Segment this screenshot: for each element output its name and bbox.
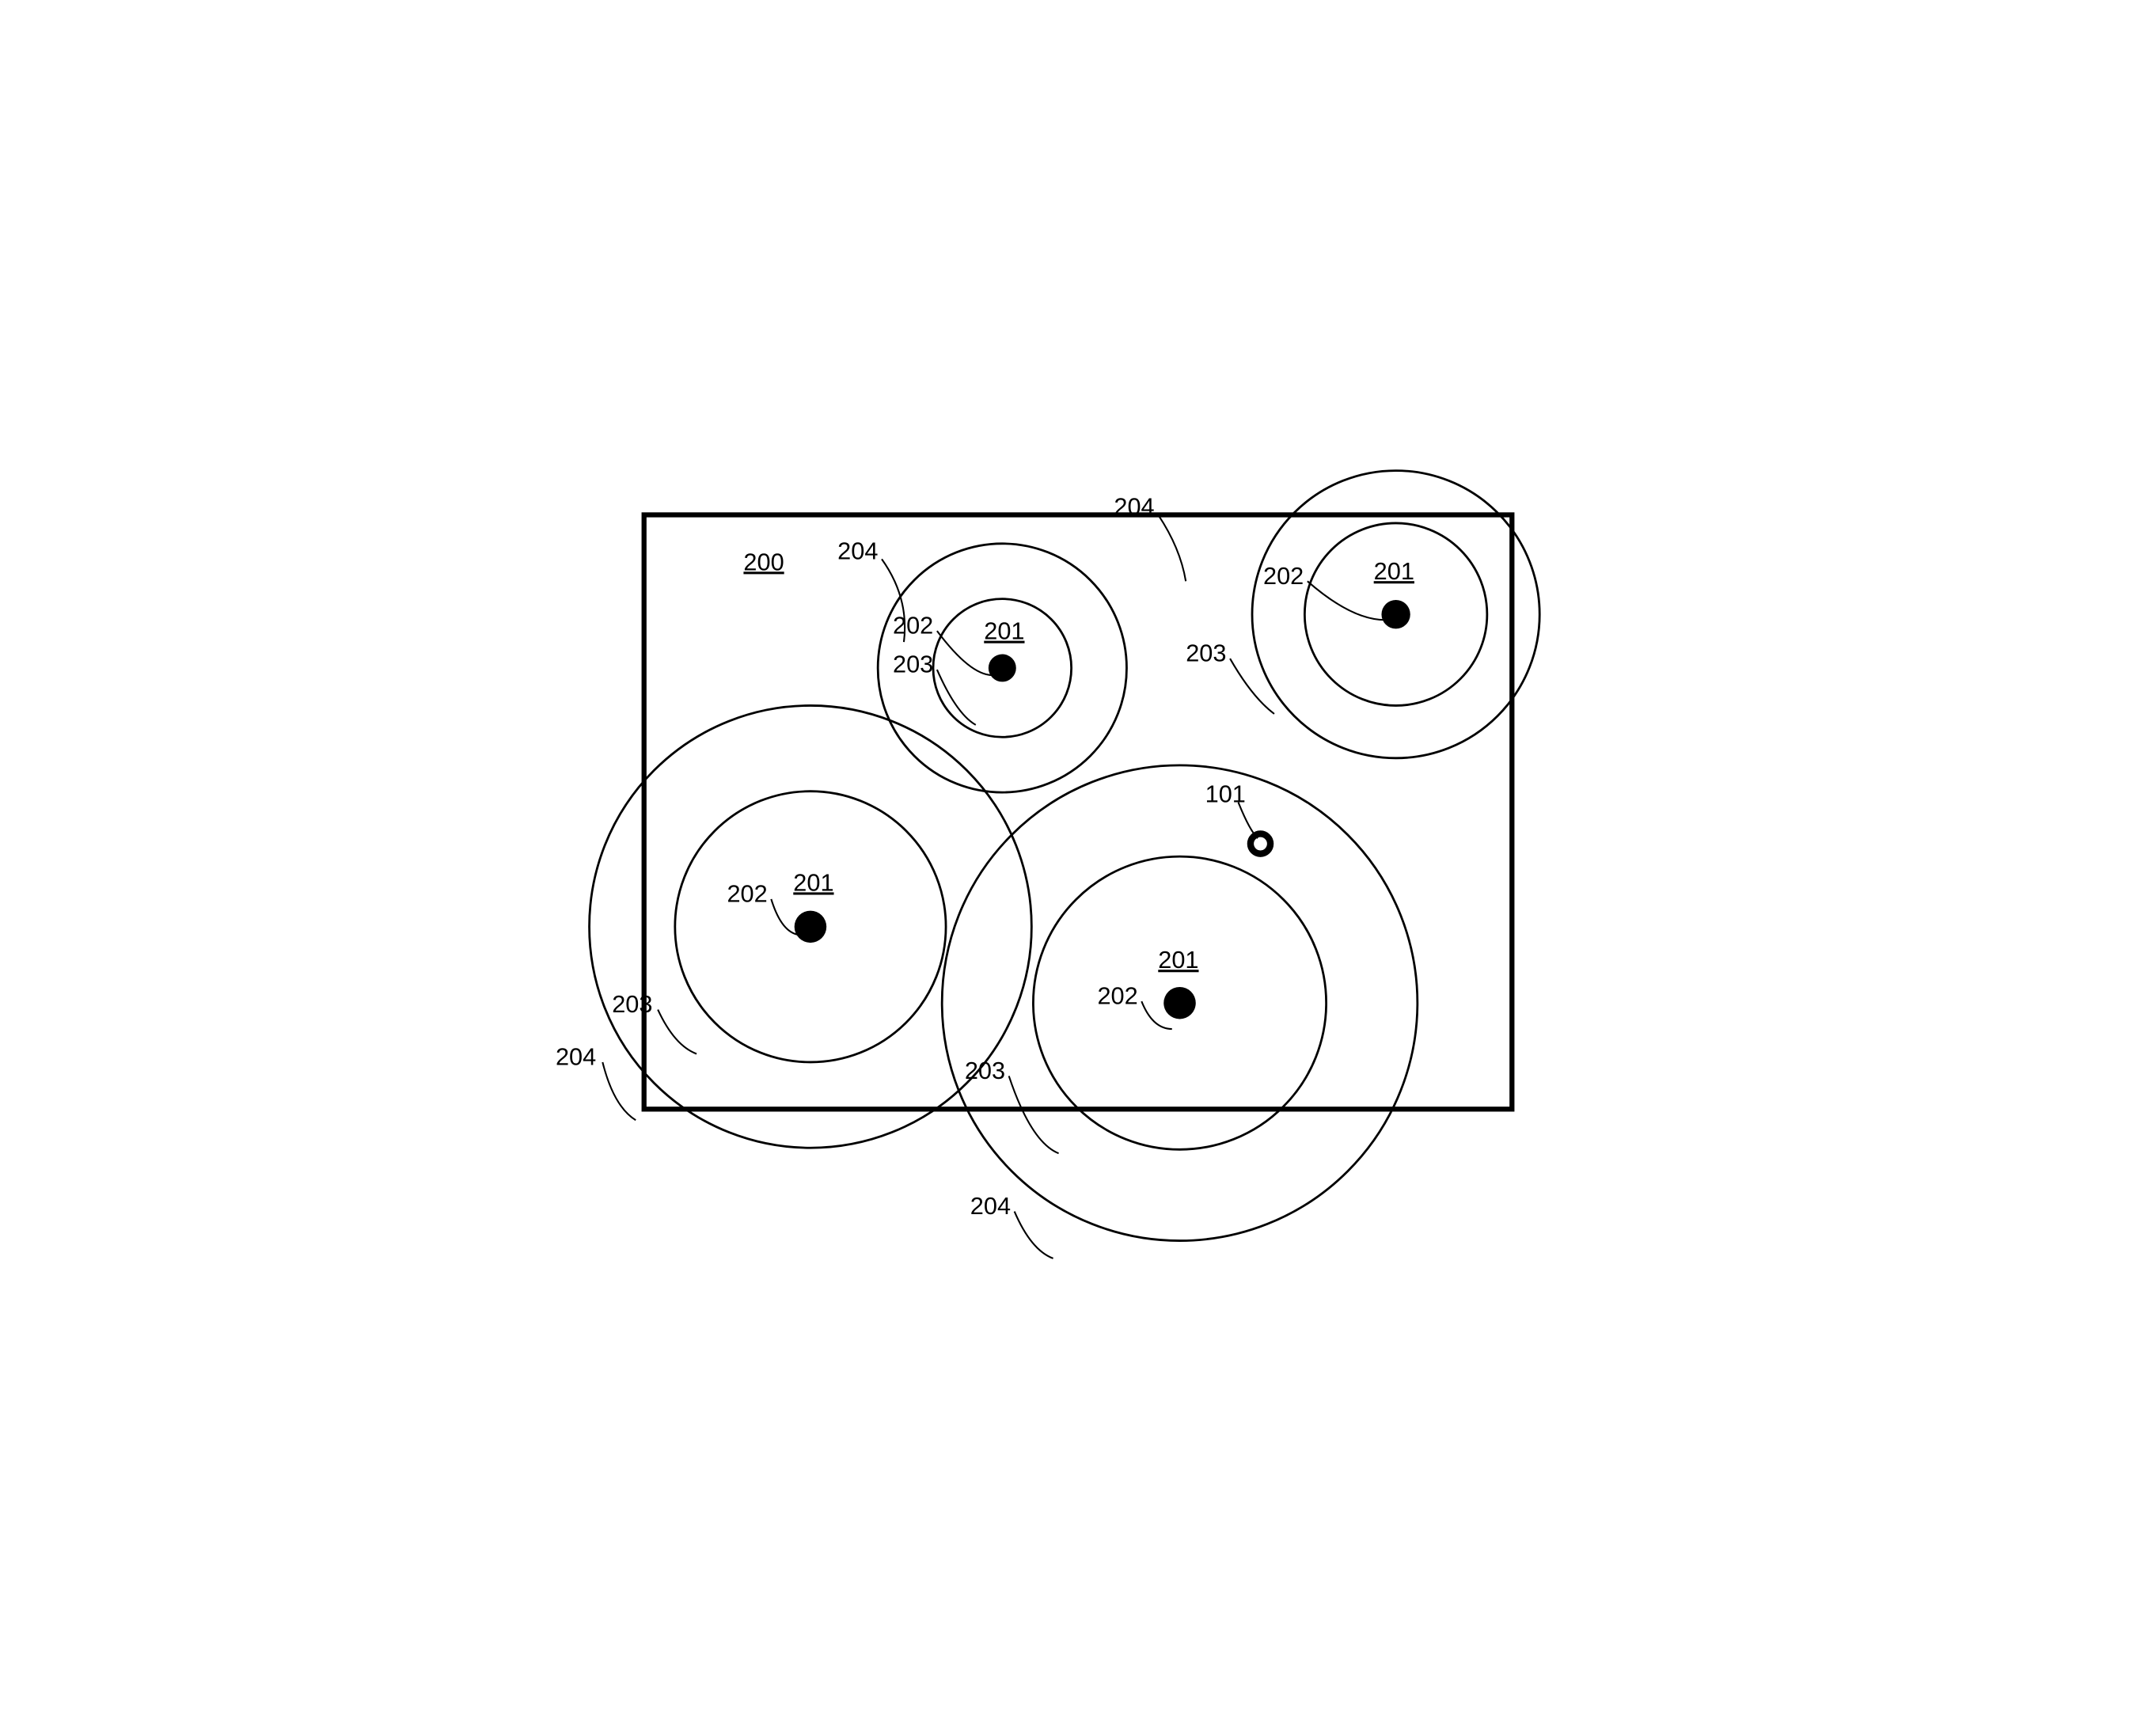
- label-203-bl: 203: [612, 990, 652, 1018]
- label-201-br: 201: [1158, 946, 1198, 974]
- label-201-bl: 201: [793, 868, 833, 896]
- frame-rect: [644, 514, 1513, 1109]
- label-204-tc2: 204: [1114, 492, 1154, 520]
- label-203-tr: 203: [1186, 639, 1226, 666]
- leader-203-br: [1009, 1076, 1059, 1153]
- marker-101: [1251, 833, 1270, 853]
- center-dot: [1381, 600, 1410, 628]
- center-dot: [795, 910, 827, 943]
- label-202-br: 202: [1097, 981, 1137, 1009]
- center-dot: [989, 654, 1016, 681]
- center-dot: [1163, 986, 1196, 1019]
- label-204-br: 204: [970, 1192, 1011, 1220]
- leader-203-tc: [937, 670, 976, 725]
- label-200: 200: [743, 548, 784, 575]
- label-204-bl: 204: [556, 1042, 596, 1070]
- label-203-tc: 203: [893, 650, 933, 678]
- leader-204-tc2: [1158, 514, 1186, 581]
- label-202-tr: 202: [1263, 561, 1304, 589]
- technical-diagram: 200 201 201 201 201 204 204 202 203 202 …: [539, 440, 1617, 1292]
- leader-202-tr: [1308, 581, 1385, 620]
- label-201-tc: 201: [984, 617, 1024, 644]
- leader-203-tr: [1230, 659, 1274, 714]
- label-202-bl: 202: [727, 879, 767, 907]
- label-203-br: 203: [965, 1056, 1005, 1084]
- label-202-tc: 202: [893, 611, 933, 639]
- leader-204-bl: [602, 1061, 636, 1119]
- leader-203-bl: [658, 1009, 697, 1053]
- leader-204-br: [1015, 1211, 1053, 1258]
- label-201-tr: 201: [1374, 557, 1414, 585]
- label-101: 101: [1205, 780, 1246, 807]
- label-204-tc: 204: [837, 537, 878, 564]
